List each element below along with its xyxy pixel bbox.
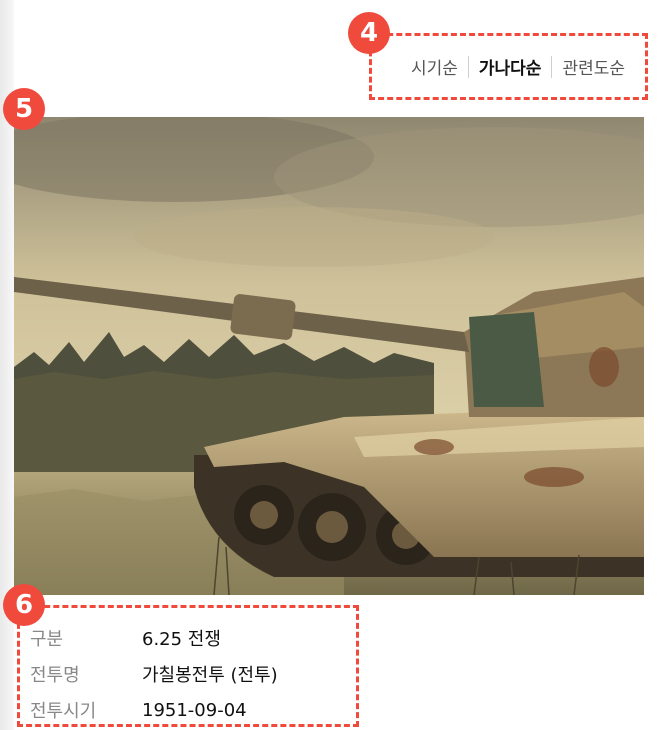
category-label: 구분 xyxy=(30,629,64,650)
info-row-battle-name: 전투명 가칠봉전투 (전투) xyxy=(30,656,356,692)
tank-photo-illustration xyxy=(14,117,644,595)
battle-date-label: 전투시기 xyxy=(30,701,97,722)
info-row-category: 구분 6.25 전쟁 xyxy=(30,620,356,656)
marker-badge-6: 6 xyxy=(3,584,45,626)
sort-by-relevance[interactable]: 관련도순 xyxy=(552,54,635,79)
marker-badge-4: 4 xyxy=(348,12,390,54)
info-row-battle-date: 전투시기 1951-09-04 xyxy=(30,692,356,728)
sort-by-period[interactable]: 시기순 xyxy=(401,54,468,79)
battle-name-label: 전투명 xyxy=(30,665,80,686)
marker-badge-5: 5 xyxy=(3,88,45,130)
battle-date-value: 1951-09-04 xyxy=(142,699,247,721)
battle-name-value[interactable]: 가칠봉전투 (전투) xyxy=(142,661,278,687)
category-value: 6.25 전쟁 xyxy=(142,629,221,650)
sort-by-alphabetical[interactable]: 가나다순 xyxy=(469,54,552,79)
battle-info-panel: 구분 6.25 전쟁 전투명 가칠봉전투 (전투) 전투시기 1951-09-0… xyxy=(17,605,359,727)
battle-thumbnail-image[interactable] xyxy=(14,117,644,595)
sort-options-bar: 시기순 가나다순 관련도순 xyxy=(369,33,648,100)
